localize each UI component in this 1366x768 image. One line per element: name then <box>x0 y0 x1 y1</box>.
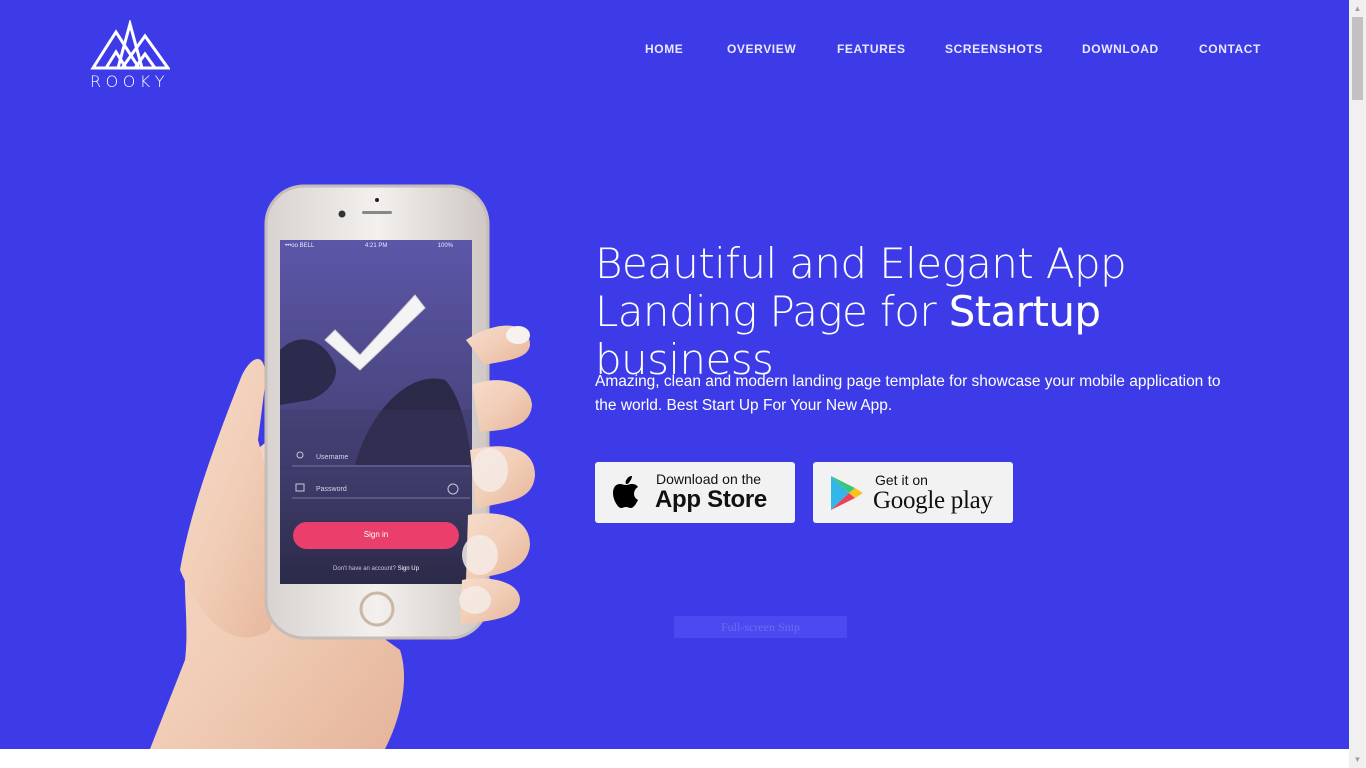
google-play-small-text: Get it on <box>875 472 928 488</box>
phone-signup-link: Sign Up <box>397 566 419 572</box>
rooky-logo[interactable]: ROOKY <box>88 20 172 92</box>
phone-carrier: •••oo BELL <box>285 243 315 249</box>
phone-time: 4:21 PM <box>365 243 388 249</box>
hero-subtext: Amazing, clean and modern landing page t… <box>595 373 1221 414</box>
nav-contact[interactable]: CONTACT <box>1199 42 1261 56</box>
app-store-big-text: App Store <box>655 486 767 513</box>
hero-headline: Beautiful and Elegant App Landing Page f… <box>595 240 1275 384</box>
google-play-big-text: Google play <box>873 487 993 514</box>
logo-text: ROOKY <box>90 72 170 91</box>
nav-home[interactable]: HOME <box>645 42 683 56</box>
full-screen-snip-label[interactable]: Full-screen Snip <box>674 616 847 638</box>
scrollbar-thumb[interactable] <box>1352 17 1363 100</box>
nav-download[interactable]: DOWNLOAD <box>1082 42 1159 56</box>
nav-screenshots[interactable]: SCREENSHOTS <box>945 42 1043 56</box>
vertical-scrollbar[interactable]: ▲ ▼ <box>1349 0 1366 768</box>
phone-battery: 100% <box>437 243 453 249</box>
headline-strong: Startup <box>948 287 1101 336</box>
phone-sign-in-button: Sign in <box>363 530 389 539</box>
app-store-button[interactable]: Download on the App Store <box>595 462 795 523</box>
google-play-icon <box>831 476 863 510</box>
phone-username-field: Username <box>316 454 349 461</box>
nav-overview[interactable]: OVERVIEW <box>727 42 796 56</box>
apple-icon <box>613 476 638 508</box>
phone-signup-prompt: Don't have an account? Sign Up <box>280 566 472 572</box>
phone-status-bar: •••oo BELL 4:21 PM 100% <box>283 243 471 253</box>
scroll-down-arrow-icon[interactable]: ▼ <box>1349 751 1366 768</box>
hand-holding-phone-image: •••oo BELL 4:21 PM 100% Username Passwor… <box>150 180 550 749</box>
app-store-small-text: Download on the <box>656 471 762 487</box>
nav-features[interactable]: FEATURES <box>837 42 906 56</box>
phone-signup-text: Don't have an account? <box>333 566 396 572</box>
phone-password-field: Password <box>316 486 347 493</box>
mountain-logo-icon <box>90 20 170 70</box>
scroll-up-arrow-icon[interactable]: ▲ <box>1349 0 1366 17</box>
google-play-button[interactable]: Get it on Google play <box>813 462 1013 523</box>
hero-section: ROOKY HOME OVERVIEW FEATURES SCREENSHOTS… <box>0 0 1349 749</box>
